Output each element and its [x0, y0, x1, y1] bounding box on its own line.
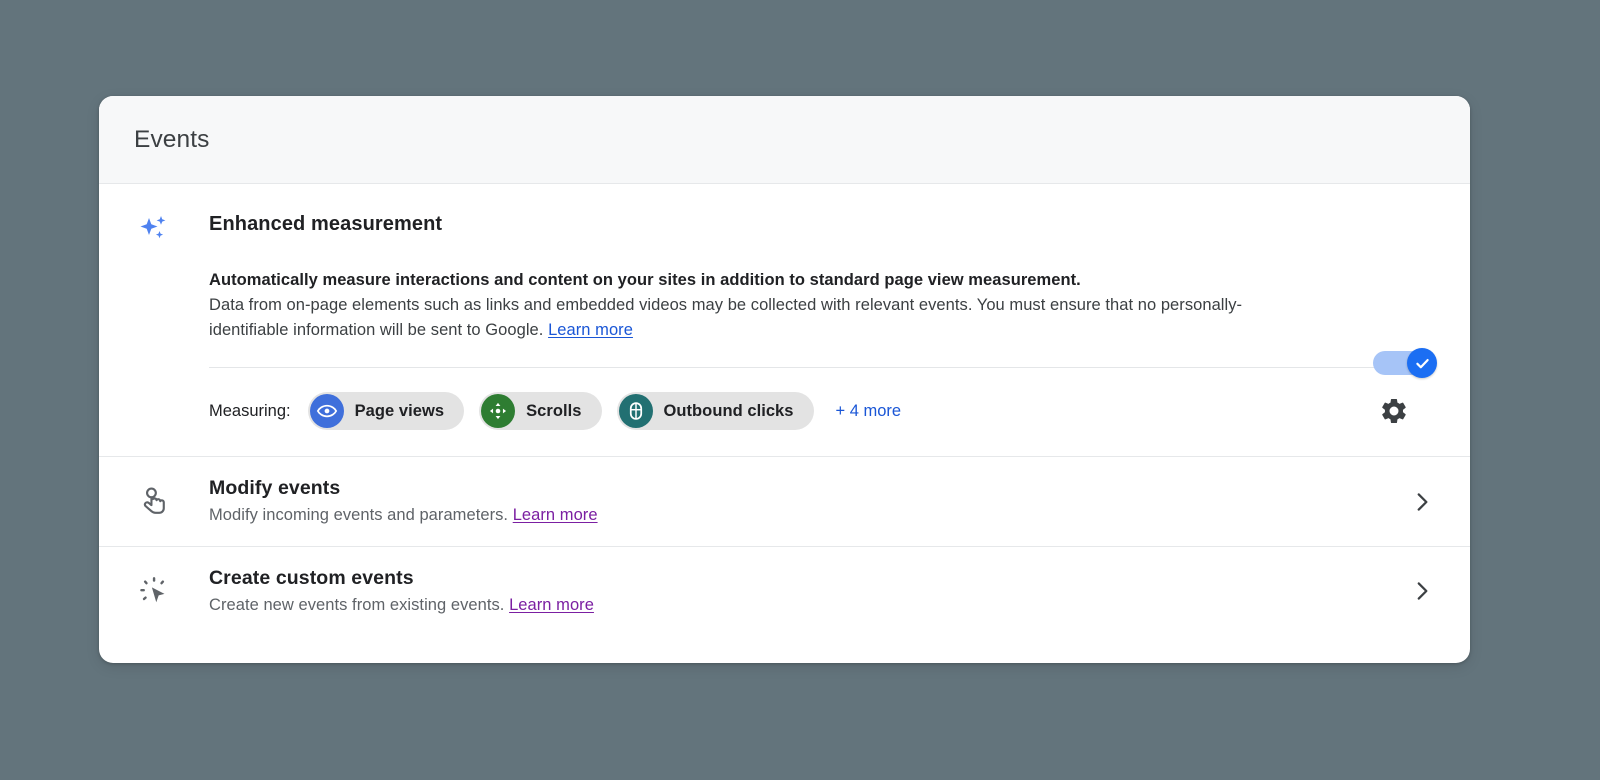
enhanced-measurement-learn-more-link[interactable]: Learn more [548, 321, 633, 339]
measuring-row: Measuring: Page views [209, 392, 1435, 430]
chip-label: Scrolls [526, 402, 581, 421]
create-custom-events-learn-more-link[interactable]: Learn more [509, 596, 594, 614]
enhanced-measurement-body: Automatically measure interactions and c… [209, 268, 1435, 343]
row-subtitle: Modify incoming events and parameters. L… [209, 503, 1407, 528]
check-icon [1414, 355, 1431, 372]
row-subtitle-text: Create new events from existing events. [209, 596, 504, 614]
row-text: Modify events Modify incoming events and… [209, 475, 1407, 528]
chip-scrolls[interactable]: Scrolls [479, 392, 601, 430]
mouse-icon [619, 394, 653, 428]
enhanced-measurement-toggle[interactable] [1373, 348, 1437, 378]
sparkle-icon [134, 208, 174, 248]
row-modify-events[interactable]: Modify events Modify incoming events and… [99, 457, 1470, 546]
row-create-custom-events[interactable]: Create custom events Create new events f… [99, 546, 1470, 635]
row-text: Create custom events Create new events f… [209, 565, 1407, 618]
enhanced-measurement-section: Enhanced measurement Automatically measu… [99, 184, 1470, 457]
cursor-click-icon [134, 571, 174, 611]
show-more-link[interactable]: + 4 more [836, 402, 902, 421]
enhanced-measurement-lead: Automatically measure interactions and c… [209, 268, 1285, 293]
chip-outbound-clicks[interactable]: Outbound clicks [617, 392, 814, 430]
gear-icon[interactable] [1377, 394, 1411, 428]
chevron-right-icon[interactable] [1407, 576, 1437, 606]
toggle-thumb [1407, 348, 1437, 378]
card-header: Events [99, 96, 1470, 184]
chip-label: Outbound clicks [664, 402, 794, 421]
measuring-label: Measuring: [209, 402, 291, 421]
row-subtitle: Create new events from existing events. … [209, 593, 1407, 618]
eye-icon [310, 394, 344, 428]
chip-label: Page views [355, 402, 444, 421]
touch-tap-icon [134, 482, 174, 522]
chevron-right-icon[interactable] [1407, 487, 1437, 517]
events-card: Events Enhanced measurement Automaticall… [99, 96, 1470, 663]
row-title: Create custom events [209, 565, 1407, 591]
enhanced-measurement-header: Enhanced measurement [134, 206, 1435, 248]
modify-events-learn-more-link[interactable]: Learn more [513, 506, 598, 524]
page-title: Events [134, 126, 210, 154]
row-title: Modify events [209, 475, 1407, 501]
section-divider [209, 367, 1400, 368]
chip-page-views[interactable]: Page views [308, 392, 464, 430]
enhanced-measurement-description: Data from on-page elements such as links… [209, 293, 1285, 343]
move-arrows-icon [481, 394, 515, 428]
enhanced-measurement-title: Enhanced measurement [209, 213, 442, 236]
description-text: Data from on-page elements such as links… [209, 296, 1242, 339]
row-subtitle-text: Modify incoming events and parameters. [209, 506, 508, 524]
